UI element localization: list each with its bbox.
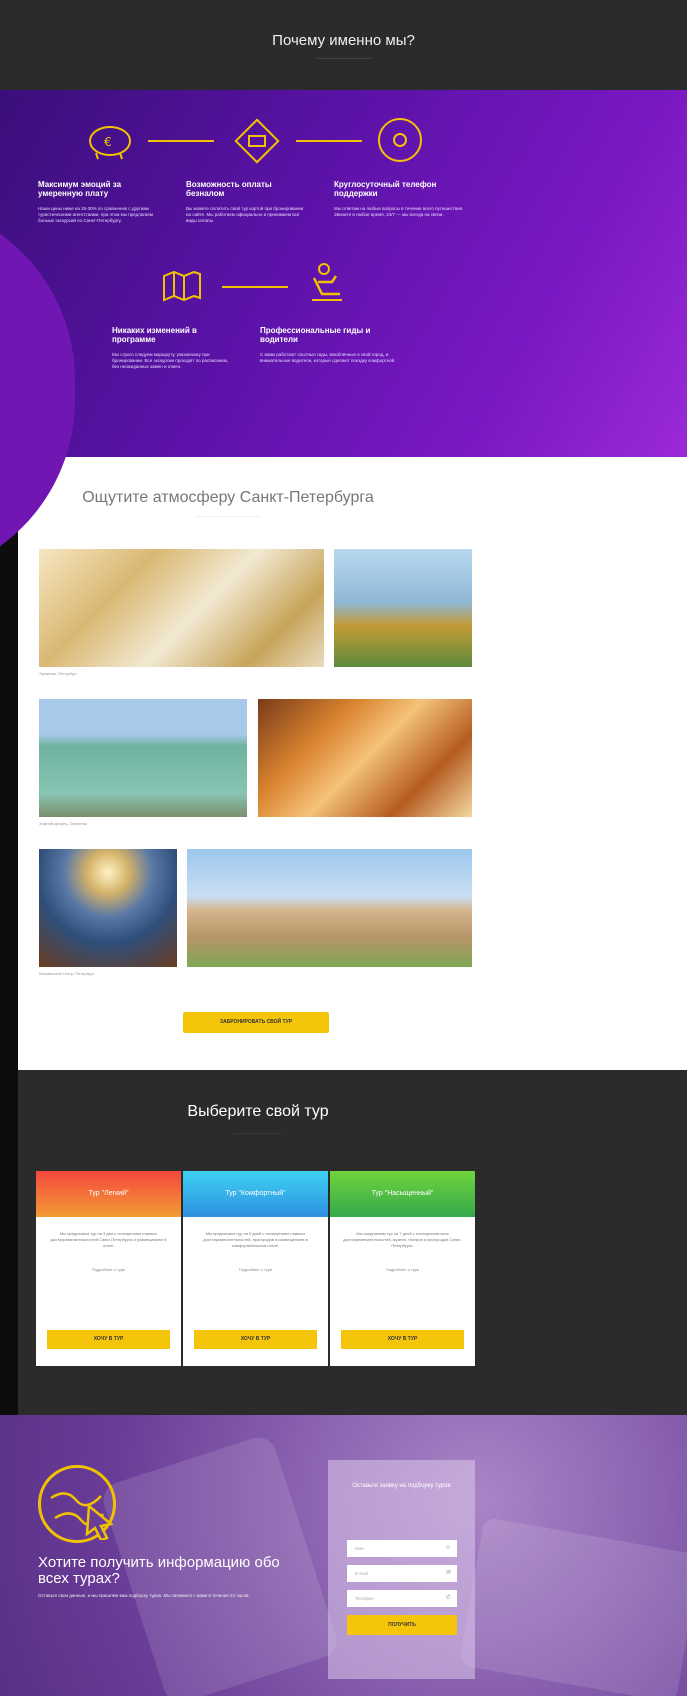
feature-item: Максимум эмоций за умеренную плату Наши …	[38, 180, 158, 224]
card-payment-icon	[234, 118, 280, 164]
connector-line	[222, 286, 288, 288]
piggy-bank-icon: €	[89, 126, 131, 160]
tour-card-header: Тур "Насыщенный"	[330, 1171, 475, 1217]
tour-card-header: Тур "Легкий"	[36, 1171, 181, 1217]
request-form: Оставьте заявку на подборку туров Имя ☺ …	[328, 1460, 475, 1679]
email-field[interactable]: E-mail ✉	[347, 1565, 457, 1582]
book-tour-button[interactable]: ЗАБРОНИРОВАТЬ СВОЙ ТУР	[183, 1012, 329, 1033]
photo-caption: Эрмитаж, Петербург	[39, 671, 78, 676]
winter-palace-photo	[39, 699, 247, 817]
page: Почему именно мы? ——————————— € Максимум…	[0, 0, 687, 1696]
globe-icon	[38, 1465, 116, 1543]
mariinsky-theatre-photo	[39, 849, 177, 967]
map-icon	[163, 270, 201, 302]
feature-title: Максимум эмоций за умеренную плату	[38, 180, 122, 198]
feature-item: Возможность оплаты безналом Вы можете оп…	[186, 180, 306, 224]
feature-title: Круглосуточный телефон поддержки	[334, 180, 437, 198]
tours-section: Выберите свой тур ———————————— Тур "Легк…	[18, 1070, 687, 1415]
phone-field[interactable]: Телефон ✆	[347, 1590, 457, 1607]
get-button[interactable]: ПОЛУЧИТЬ	[347, 1615, 457, 1635]
hermitage-staircase-photo	[39, 549, 324, 667]
feature-title: Возможность оплаты безналом	[186, 180, 272, 198]
gallery-subtitle: ~~~~~~~~~~~~~~~~~~~~~~~~~~~~	[195, 514, 261, 519]
tour-card-header: Тур "Комфортный"	[183, 1171, 328, 1217]
footer-subtitle: Оставьте свои данные, и мы пришлём вам п…	[38, 1593, 250, 1598]
svg-text:€: €	[104, 135, 112, 149]
footer-section: Хотите получить информацию обо всех тура…	[0, 1415, 687, 1696]
tours-title: Выберите свой тур	[187, 1103, 329, 1120]
amber-room-photo	[258, 699, 472, 817]
phone-icon: ✆	[445, 1595, 451, 1601]
connector-line	[296, 140, 362, 142]
why-subtitle: ———————————	[316, 56, 371, 62]
feature-title: Профессиональные гиды и водители	[260, 326, 371, 344]
photo-caption: Мариинский театр, Петербург	[39, 971, 95, 976]
mail-icon: ✉	[445, 1570, 451, 1576]
want-tour-button[interactable]: ХОЧУ В ТУР	[47, 1330, 170, 1349]
want-tour-button[interactable]: ХОЧУ В ТУР	[341, 1330, 464, 1349]
background-brochure	[458, 1517, 687, 1696]
kazan-cathedral-photo	[187, 849, 472, 967]
phone-placeholder: Телефон	[355, 1596, 374, 1601]
why-title: Почему именно мы?	[272, 32, 415, 49]
photo-caption: Зимний дворец, Эрмитаж	[39, 821, 87, 826]
footer-title: Хотите получить информацию обо всех тура…	[38, 1554, 280, 1587]
tour-card-text: Мы предлагаем тур на 5 дней с посещением…	[203, 1231, 308, 1248]
gallery-title: Ощутите атмосферу Санкт-Петербурга	[82, 489, 374, 506]
tour-card-text: Мы предлагаем тур на 7 дней с посещением…	[343, 1231, 462, 1248]
tour-card: Тур "Комфортный" Мы предлагаем тур на 5 …	[183, 1171, 328, 1366]
feature-item: Никаких изменений в программе Мы строго …	[112, 326, 232, 370]
tour-details-link[interactable]: Подробнее о туре	[36, 1267, 181, 1272]
feature-desc: С вами работают опытные гиды, влюблённые…	[260, 352, 396, 363]
features-section: € Максимум эмоций за умеренную плату Наш…	[0, 90, 687, 457]
name-field[interactable]: Имя ☺	[347, 1540, 457, 1557]
feature-item: Профессиональные гиды и водители С вами …	[260, 326, 400, 364]
gallery-section: Ощутите атмосферу Санкт-Петербурга ~~~~~…	[18, 457, 687, 1070]
user-icon: ☺	[444, 1545, 451, 1551]
connector-line	[148, 140, 214, 142]
tour-card: Тур "Насыщенный" Мы предлагаем тур на 7 …	[330, 1171, 475, 1366]
tour-card-text: Мы предлагаем тур на 3 дня с посещением …	[50, 1231, 167, 1248]
form-title: Оставьте заявку на подборку туров	[352, 1483, 451, 1489]
feature-desc: Вы можете оплатить свой тур картой при б…	[186, 206, 304, 223]
feature-desc: Мы строго следуем маршруту, указанному п…	[112, 352, 229, 369]
tour-details-link[interactable]: Подробнее о туре	[330, 1267, 475, 1272]
tour-card: Тур "Легкий" Мы предлагаем тур на 3 дня …	[36, 1171, 181, 1366]
feature-desc: Наши цены ниже на 25-30% по сравнению с …	[38, 206, 153, 223]
side-strip	[0, 457, 18, 1415]
driver-icon	[312, 263, 342, 301]
feature-title: Никаких изменений в программе	[112, 326, 197, 344]
want-tour-button[interactable]: ХОЧУ В ТУР	[194, 1330, 317, 1349]
tour-details-link[interactable]: Подробнее о туре	[183, 1267, 328, 1272]
why-header: Почему именно мы? ———————————	[0, 0, 687, 90]
peterhof-fountain-photo	[334, 549, 472, 667]
email-placeholder: E-mail	[355, 1571, 368, 1576]
feature-desc: Мы ответим на любые вопросы в течение вс…	[334, 206, 464, 217]
feature-item: Круглосуточный телефон поддержки Мы отве…	[334, 180, 464, 218]
tours-subtitle: ————————————	[234, 1130, 282, 1135]
name-placeholder: Имя	[355, 1546, 364, 1551]
support-icon	[378, 118, 422, 162]
